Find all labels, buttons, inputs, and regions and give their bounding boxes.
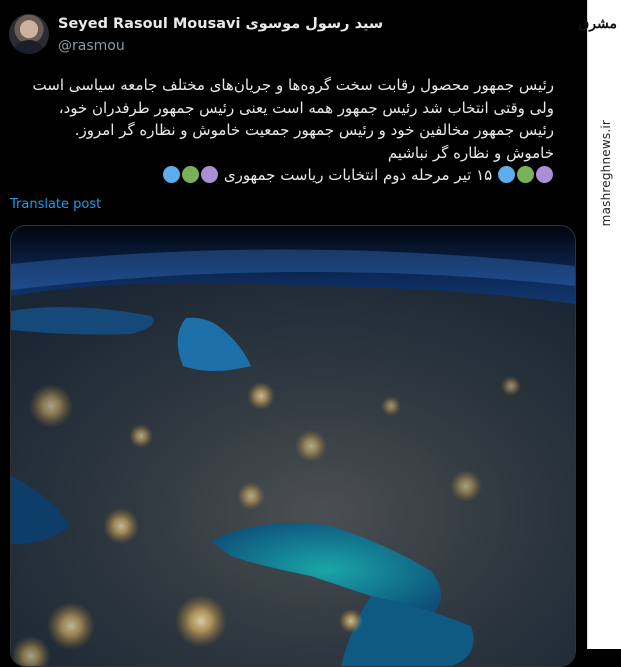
green-circle-icon bbox=[517, 166, 534, 183]
post-line: ۱۵ تیر مرحله دوم انتخابات ریاست جمهوری bbox=[0, 164, 554, 187]
blue-circle-icon bbox=[163, 166, 181, 183]
watermark-url: mashreghnews.ir bbox=[599, 120, 613, 227]
post-line-text: ۱۵ تیر مرحله دوم انتخابات ریاست جمهوری bbox=[223, 166, 493, 184]
emoji-group bbox=[497, 164, 554, 187]
green-circle-icon bbox=[182, 166, 200, 183]
purple-circle-icon bbox=[201, 166, 219, 183]
translate-post-link[interactable]: Translate post bbox=[10, 197, 101, 212]
blue-circle-icon bbox=[498, 166, 515, 183]
avatar[interactable] bbox=[9, 14, 49, 54]
purple-circle-icon bbox=[536, 166, 553, 183]
mashregh-logo: مشرق bbox=[578, 16, 617, 32]
author-handle[interactable]: @rasmou bbox=[58, 38, 125, 54]
post-line: رئیس جمهور محصول رقابت سخت گروه‌ها و جری… bbox=[32, 76, 554, 94]
emoji-group bbox=[162, 164, 219, 187]
post-line: ولی وقتی انتخاب شد رئیس جمهور همه است یع… bbox=[58, 98, 554, 117]
post-line: رئیس جمهور مخالفین خود و رئیس جمهور جمعی… bbox=[74, 121, 554, 139]
author-name[interactable]: Seyed Rasoul Mousavi سید رسول موسوی bbox=[58, 16, 383, 32]
satellite-night-map-image bbox=[11, 226, 575, 666]
post-text: رئیس جمهور محصول رقابت سخت گروه‌ها و جری… bbox=[0, 74, 554, 187]
watermark-strip: مشرق mashreghnews.ir bbox=[578, 0, 621, 649]
post-line-text: خاموش و نظاره گر نباشیم bbox=[387, 143, 554, 162]
tweet: Seyed Rasoul Mousavi سید رسول موسوی @ras… bbox=[0, 0, 588, 667]
post-image[interactable] bbox=[10, 225, 576, 667]
post-line: خاموش و نظاره گر نباشیم bbox=[0, 142, 554, 165]
